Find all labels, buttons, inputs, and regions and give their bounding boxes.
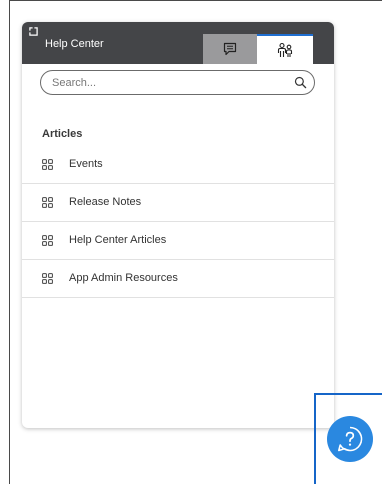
help-launcher-button[interactable] bbox=[327, 416, 373, 462]
page-frame-left bbox=[9, 0, 10, 484]
page-frame-top bbox=[9, 0, 382, 1]
tab-chat[interactable] bbox=[203, 34, 257, 64]
panel-title: Help Center bbox=[45, 38, 104, 50]
panel-header: Help Center bbox=[22, 22, 334, 64]
list-item-label: App Admin Resources bbox=[69, 272, 178, 284]
grid-icon bbox=[42, 159, 53, 170]
search-box bbox=[40, 70, 315, 95]
articles-list: Events Release Notes Help Center Article… bbox=[22, 146, 334, 298]
grid-icon bbox=[42, 273, 53, 284]
list-item-help-center-articles[interactable]: Help Center Articles bbox=[22, 222, 334, 260]
grid-icon bbox=[42, 197, 53, 208]
list-item-events[interactable]: Events bbox=[22, 146, 334, 184]
chat-bubble-icon bbox=[223, 42, 237, 56]
grid-icon bbox=[42, 235, 53, 246]
list-item-label: Help Center Articles bbox=[69, 234, 167, 246]
popout-icon[interactable] bbox=[29, 27, 38, 36]
tab-people[interactable] bbox=[257, 34, 313, 64]
help-center-panel: Help Center Search... Articles Events Re… bbox=[22, 22, 334, 428]
help-question-bubble-icon bbox=[338, 426, 363, 452]
search-icon[interactable] bbox=[294, 76, 307, 89]
articles-heading: Articles bbox=[42, 128, 83, 140]
list-item-label: Events bbox=[69, 158, 103, 170]
list-item-app-admin-resources[interactable]: App Admin Resources bbox=[22, 260, 334, 298]
list-item-label: Release Notes bbox=[69, 196, 142, 208]
list-item-release-notes[interactable]: Release Notes bbox=[22, 184, 334, 222]
people-icon bbox=[277, 42, 293, 57]
search-input[interactable] bbox=[52, 75, 282, 91]
